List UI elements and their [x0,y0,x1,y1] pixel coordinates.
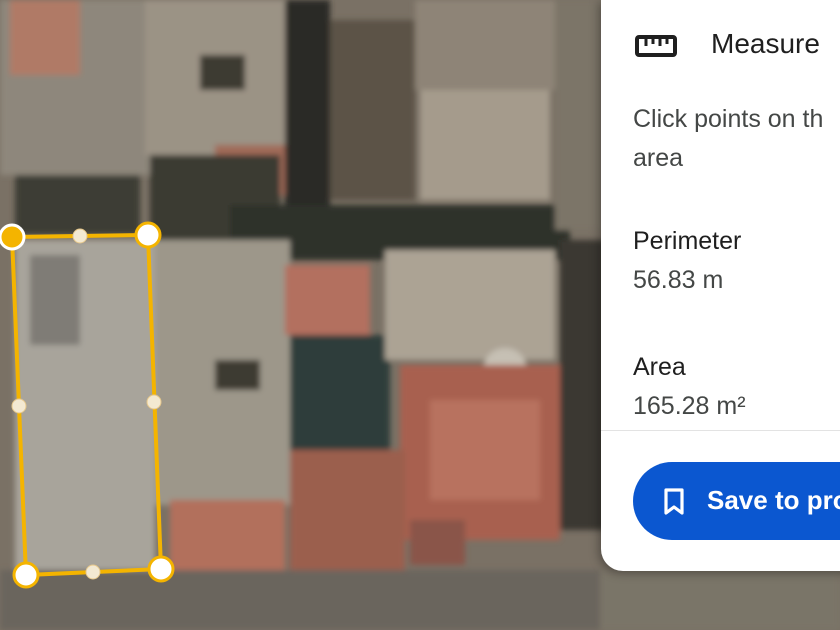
instructions-line-2: area [633,144,684,172]
panel-header: Measure [601,22,840,70]
panel-divider [601,430,840,431]
area-value: 165.28 m² [633,392,746,420]
midpoint-handle-left[interactable] [11,398,27,414]
midpoint-handle-top[interactable] [72,228,88,244]
area-label: Area [633,353,686,381]
ruler-icon [635,35,677,57]
instructions-text: Click points on th area [633,100,840,178]
perimeter-value: 56.83 m [633,266,724,294]
vertex-handle-bottom-left[interactable] [12,561,40,589]
panel-title: Measure [711,28,820,59]
vertex-handle-top-left[interactable] [0,223,26,251]
perimeter-label: Perimeter [633,227,742,255]
midpoint-handle-right[interactable] [146,394,162,410]
vertex-handle-bottom-right[interactable] [147,555,175,583]
save-to-project-button[interactable]: Save to pro [633,462,840,540]
instructions-line-1: Click points on th [633,105,824,133]
bookmark-icon [664,488,684,515]
midpoint-handle-bottom[interactable] [85,564,101,580]
save-button-label: Save to pro [707,485,840,515]
measure-panel: Measure Click points on th area Perimete… [601,0,840,571]
vertex-handle-top-right[interactable] [134,221,162,249]
